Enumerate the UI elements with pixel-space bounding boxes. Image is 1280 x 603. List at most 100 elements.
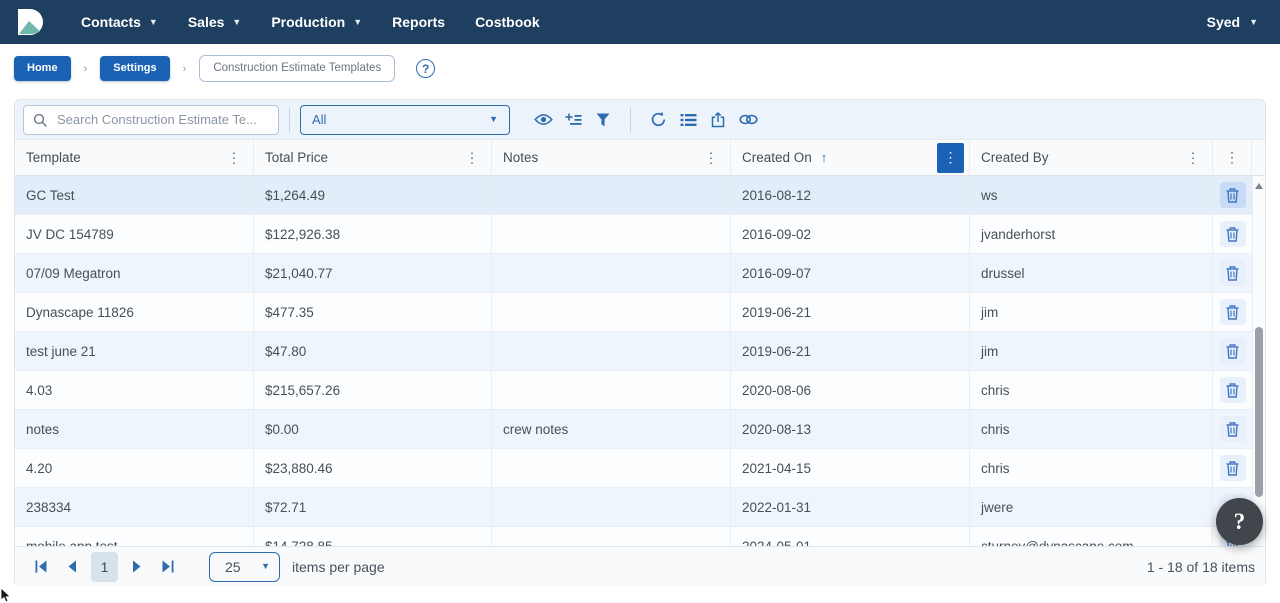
export-button[interactable] — [705, 107, 731, 133]
export-icon — [710, 112, 726, 128]
cell-notes — [492, 527, 731, 546]
delete-button[interactable] — [1220, 377, 1246, 403]
column-menu-icon[interactable]: ⋮ — [1186, 149, 1200, 166]
cell-actions — [1213, 293, 1252, 331]
delete-button[interactable] — [1220, 299, 1246, 325]
nav-item-contacts[interactable]: Contacts ▼ — [81, 14, 158, 30]
insert-row-button[interactable] — [560, 107, 586, 133]
nav-item-label: Sales — [188, 14, 225, 30]
nav-item-costbook[interactable]: Costbook — [475, 14, 540, 30]
nav-item-production[interactable]: Production ▼ — [271, 14, 362, 30]
last-page-button[interactable] — [156, 555, 180, 579]
search-box[interactable] — [23, 105, 279, 135]
mouse-cursor-icon — [0, 588, 12, 603]
column-label: Created By — [981, 150, 1049, 165]
cell-total-price: $47.80 — [254, 332, 492, 370]
column-menu-icon[interactable]: ⋮ — [227, 149, 241, 166]
cell-created-by: jvanderhorst — [970, 215, 1213, 253]
chevron-down-icon: ▼ — [489, 115, 498, 124]
insert-row-icon — [565, 112, 582, 127]
cell-template: JV DC 154789 — [15, 215, 254, 253]
table-row[interactable]: test june 21 $47.80 2019-06-21 jim — [15, 332, 1265, 371]
delete-button[interactable] — [1220, 182, 1246, 208]
refresh-icon — [650, 111, 667, 128]
next-page-button[interactable] — [125, 555, 149, 579]
cell-created-on: 2019-06-21 — [731, 332, 970, 370]
filter-dropdown[interactable]: All ▼ — [300, 105, 510, 135]
breadcrumb-current-page: Construction Estimate Templates — [199, 55, 395, 83]
templates-grid: All ▼ — [14, 99, 1266, 586]
cell-created-by: chris — [970, 449, 1213, 487]
nav-item-reports[interactable]: Reports — [392, 14, 445, 30]
items-per-page-value: 25 — [225, 559, 241, 575]
help-icon[interactable]: ? — [416, 59, 435, 78]
table-row[interactable]: JV DC 154789 $122,926.38 2016-09-02 jvan… — [15, 215, 1265, 254]
vertical-scrollbar[interactable] — [1252, 176, 1265, 546]
column-label: Template — [26, 150, 81, 165]
column-header-total-price[interactable]: Total Price ⋮ — [254, 140, 492, 175]
trash-icon — [1226, 461, 1239, 476]
search-input[interactable] — [55, 111, 269, 128]
cell-created-on: 2019-06-21 — [731, 293, 970, 331]
cell-total-price: $0.00 — [254, 410, 492, 448]
delete-button[interactable] — [1220, 221, 1246, 247]
delete-button[interactable] — [1220, 338, 1246, 364]
column-menu-icon-active[interactable]: ⋮ — [937, 143, 964, 173]
breadcrumb-home[interactable]: Home — [14, 56, 71, 81]
nav-item-label: Contacts — [81, 14, 141, 30]
column-label: Created On — [742, 150, 812, 165]
dynascape-logo[interactable] — [14, 7, 44, 37]
items-per-page-label: items per page — [292, 559, 385, 575]
user-menu[interactable]: Syed ▼ — [1207, 14, 1258, 30]
table-row[interactable]: Dynascape 11826 $477.35 2019-06-21 jim — [15, 293, 1265, 332]
grid-toolbar: All ▼ — [15, 100, 1265, 140]
nav-item-label: Reports — [392, 14, 445, 30]
column-header-template[interactable]: Template ⋮ — [15, 140, 254, 175]
column-header-notes[interactable]: Notes ⋮ — [492, 140, 731, 175]
list-view-icon — [680, 113, 697, 127]
scrollbar-thumb[interactable] — [1255, 327, 1263, 497]
cell-actions — [1213, 371, 1252, 409]
column-header-created-by[interactable]: Created By ⋮ — [970, 140, 1213, 175]
delete-button[interactable] — [1220, 455, 1246, 481]
cell-total-price: $23,880.46 — [254, 449, 492, 487]
delete-button[interactable] — [1220, 416, 1246, 442]
column-menu-icon[interactable]: ⋮ — [704, 149, 718, 166]
first-page-button[interactable] — [29, 555, 53, 579]
chevron-down-icon: ▼ — [1249, 18, 1258, 27]
cell-created-on: 2016-09-02 — [731, 215, 970, 253]
previous-page-icon — [67, 560, 77, 573]
previous-page-button[interactable] — [60, 555, 84, 579]
list-view-button[interactable] — [675, 107, 701, 133]
breadcrumb-settings[interactable]: Settings — [100, 56, 169, 81]
column-menu-icon[interactable]: ⋮ — [1225, 149, 1239, 166]
filter-button[interactable] — [590, 107, 616, 133]
link-button[interactable] — [735, 107, 761, 133]
nav-item-sales[interactable]: Sales ▼ — [188, 14, 242, 30]
table-row[interactable]: 238334 $72.71 2022-01-31 jwere — [15, 488, 1265, 527]
last-page-icon — [161, 560, 175, 573]
preview-button[interactable] — [530, 107, 556, 133]
cell-template: GC Test — [15, 176, 254, 214]
help-fab-button[interactable]: ? — [1216, 498, 1263, 545]
table-row[interactable]: 07/09 Megatron $21,040.77 2016-09-07 dru… — [15, 254, 1265, 293]
table-row[interactable]: mobile app test $14,728.85 2024-05-01 ct… — [15, 527, 1265, 546]
table-row[interactable]: 4.20 $23,880.46 2021-04-15 chris — [15, 449, 1265, 488]
scroll-up-icon[interactable] — [1255, 183, 1263, 189]
cell-notes — [492, 488, 731, 526]
trash-icon — [1226, 227, 1239, 242]
chevron-down-icon: ▼ — [353, 18, 362, 27]
cell-total-price: $477.35 — [254, 293, 492, 331]
table-row[interactable]: notes $0.00 crew notes 2020-08-13 chris — [15, 410, 1265, 449]
column-header-created-on[interactable]: Created On ↑ ⋮ — [731, 140, 970, 175]
delete-button[interactable] — [1220, 260, 1246, 286]
table-row[interactable]: GC Test $1,264.49 2016-08-12 ws — [15, 176, 1265, 215]
items-per-page-dropdown[interactable]: 25 ▼ — [209, 552, 280, 582]
page-number-button[interactable]: 1 — [91, 552, 118, 582]
column-menu-icon[interactable]: ⋮ — [465, 149, 479, 166]
refresh-button[interactable] — [645, 107, 671, 133]
cell-created-by: cturney@dynascape.com — [970, 527, 1213, 546]
table-body: GC Test $1,264.49 2016-08-12 ws JV DC 15 — [15, 176, 1265, 546]
table-row[interactable]: 4.03 $215,657.26 2020-08-06 chris — [15, 371, 1265, 410]
trash-icon — [1226, 344, 1239, 359]
